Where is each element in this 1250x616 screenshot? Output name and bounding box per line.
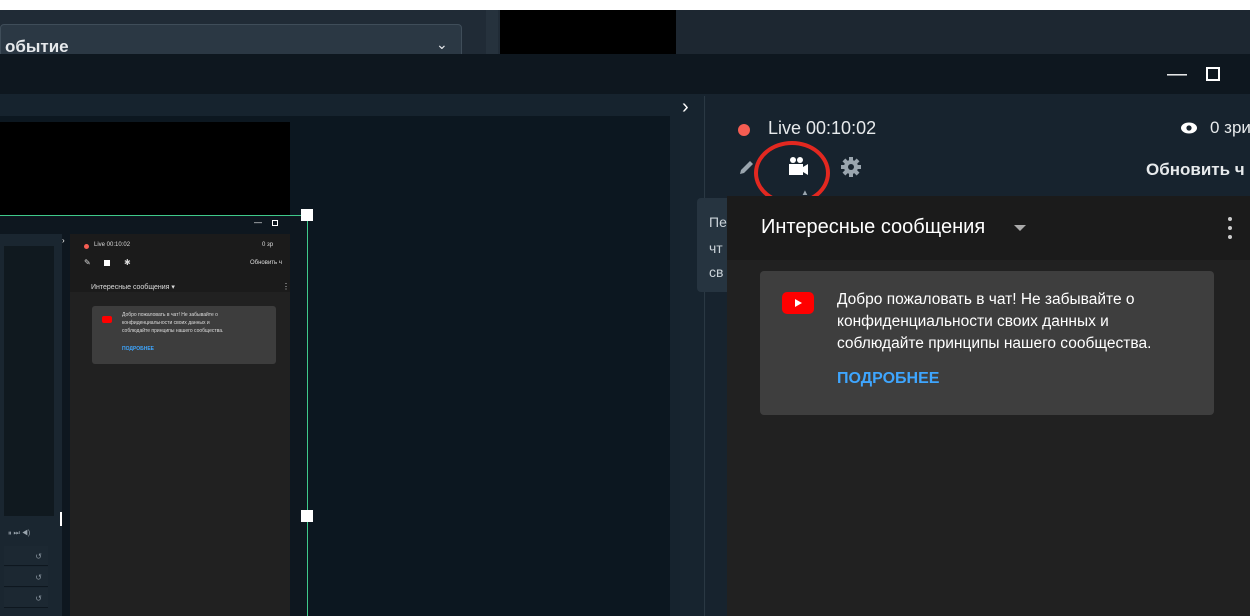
more-vert-icon[interactable] (1228, 217, 1232, 239)
mini-chevron-icon: › (62, 236, 65, 245)
mini-refresh-label: Обновить ч (250, 260, 282, 266)
panel-divider (704, 96, 705, 616)
mini-youtube-icon (102, 316, 112, 323)
chat-mode-selector[interactable]: Интересные сообщения (761, 216, 985, 239)
resize-handle-side[interactable] (301, 510, 313, 522)
mini-more-icon: ⋮ (282, 282, 290, 291)
selection-border-right (307, 215, 308, 616)
divider (486, 10, 498, 56)
maximize-button[interactable] (1196, 60, 1230, 90)
side-popup-line: Пе (709, 214, 727, 230)
mini-live-dot (84, 244, 89, 249)
mini-live-text: Live 00:10:02 (94, 242, 131, 248)
mini-viewers: 0 зр (262, 242, 274, 248)
background-panel (676, 10, 1250, 56)
mini-list-row: ↺ (4, 588, 48, 608)
mini-welcome-line: конфиденциальности своих данных и (122, 320, 210, 326)
maximize-icon (1206, 67, 1220, 81)
minimize-button[interactable]: — (1160, 60, 1194, 90)
mini-pencil-icon: ✎ (84, 258, 91, 267)
mini-minimize-icon: — (254, 218, 262, 227)
side-popup-line: чт (709, 240, 723, 256)
mini-welcome-line: соблюдайте принципы нашего сообщества. (122, 328, 224, 334)
selection-border-top (0, 215, 307, 216)
collapse-chevron-icon[interactable]: › (682, 96, 689, 119)
side-popup-line: св (709, 264, 724, 280)
background-preview (500, 10, 676, 56)
resize-handle-corner[interactable] (301, 209, 313, 221)
caret-down-icon[interactable] (1014, 225, 1026, 231)
mini-list-row: ↺ (4, 567, 48, 587)
mini-gear-icon: ✱ (124, 258, 131, 267)
mini-chat-title: Интересные сообщения ▾ (91, 284, 175, 291)
mini-player-controls: ⏸ ⏭ ◀) (8, 530, 31, 537)
eye-icon (1181, 122, 1197, 134)
gear-icon[interactable] (840, 156, 862, 178)
mini-camera-icon (104, 260, 110, 266)
mini-maximize-icon (272, 220, 278, 226)
preview-video (0, 122, 290, 216)
refresh-button[interactable]: Обновить ч (1146, 160, 1245, 180)
youtube-icon (782, 292, 814, 314)
background-strip (0, 0, 1250, 10)
mini-left-content (4, 246, 54, 516)
live-indicator-dot (738, 124, 750, 136)
live-timer: Live 00:10:02 (768, 118, 877, 138)
viewer-count: 0 зри (1210, 118, 1250, 137)
welcome-message-text: Добро пожаловать в чат! Не забывайте о к… (837, 291, 1152, 352)
nested-screenshot[interactable]: › — Live 00:10:02 0 зр Обновить ч ✎ ✱ Ин… (0, 216, 307, 616)
mini-caret (60, 512, 62, 526)
mini-more-link: ПОДРОБНЕЕ (122, 346, 155, 352)
mini-list-row: ↺ (4, 546, 48, 566)
window-titlebar (0, 54, 1250, 94)
learn-more-link[interactable]: ПОДРОБНЕЕ (837, 370, 939, 388)
mini-welcome-line: Добро пожаловать в чат! Не забывайте о (122, 312, 218, 318)
chevron-down-icon[interactable]: ⌄ (436, 36, 448, 53)
